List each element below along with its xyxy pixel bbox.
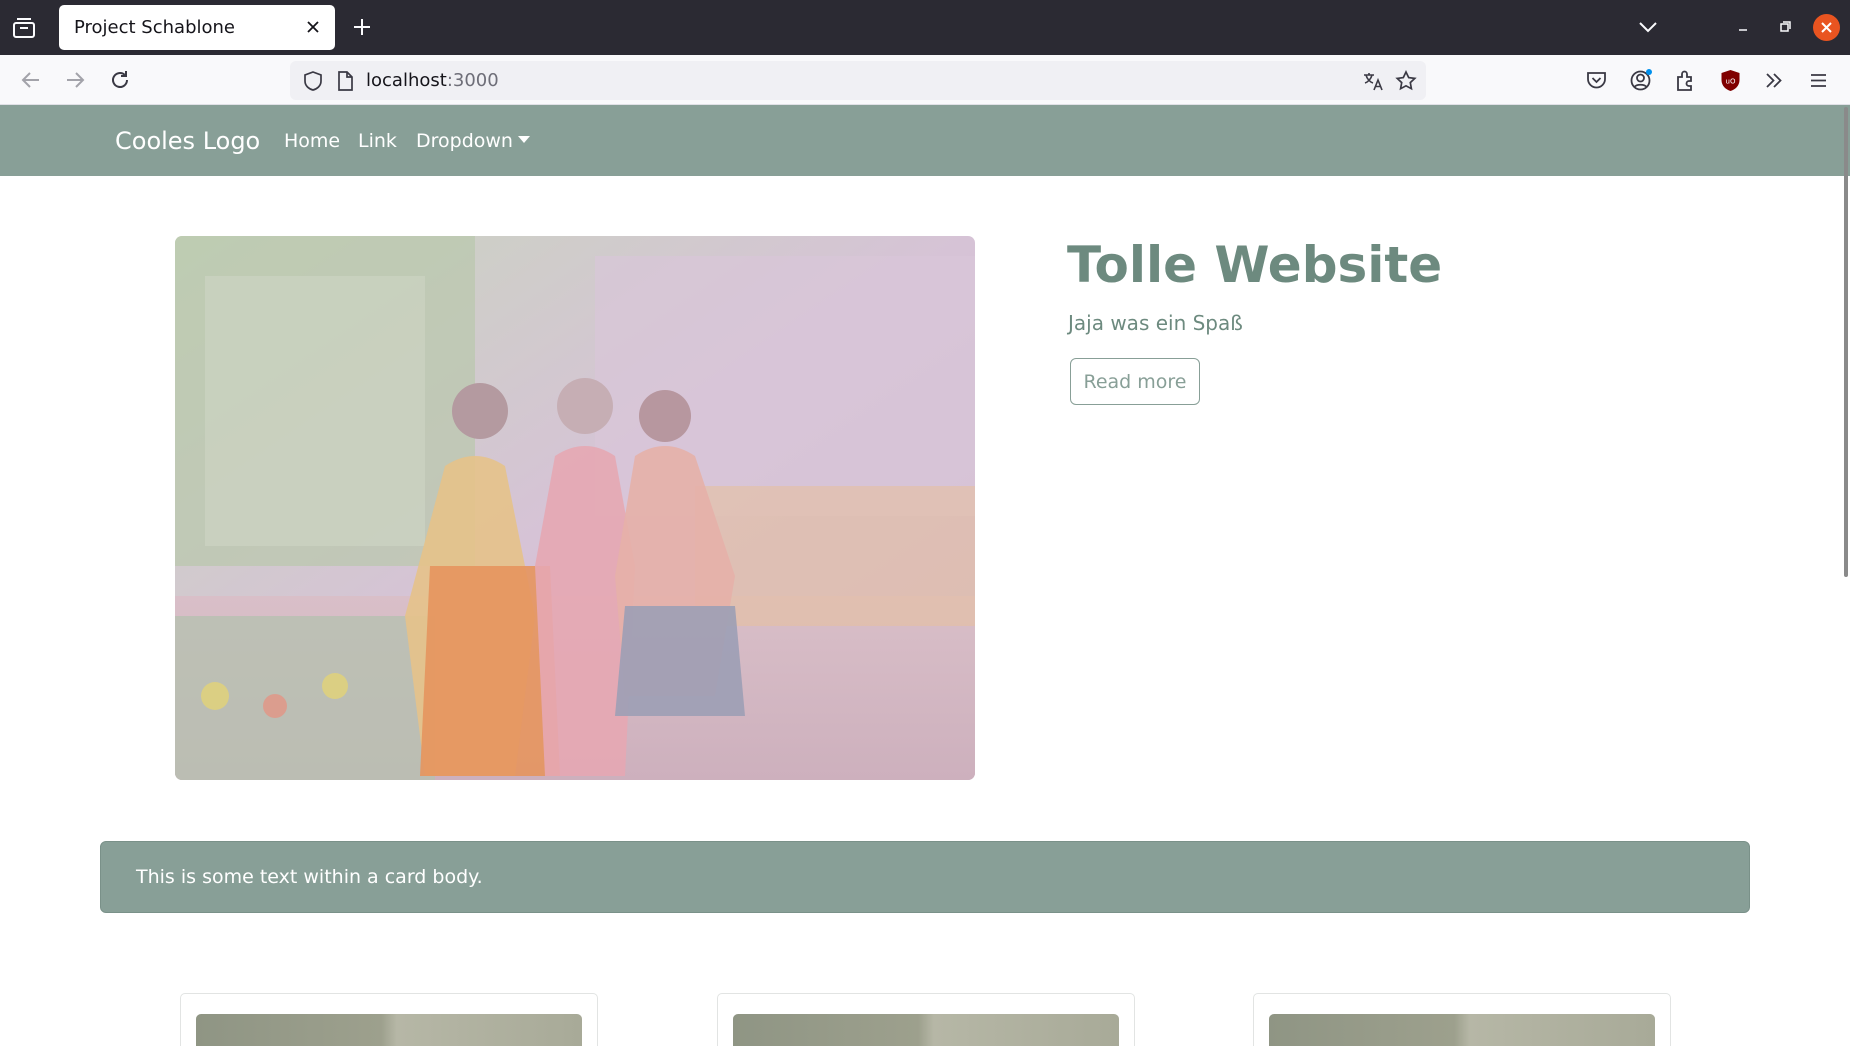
page-icon[interactable]	[335, 70, 355, 92]
svg-text:uO: uO	[1726, 78, 1736, 86]
caret-down-icon	[517, 136, 530, 143]
shield-icon[interactable]	[302, 70, 324, 92]
forward-arrow-icon[interactable]	[62, 67, 88, 93]
star-icon[interactable]	[1394, 69, 1418, 93]
brand-logo[interactable]: Cooles Logo	[115, 127, 260, 155]
minimize-icon[interactable]	[1731, 17, 1755, 37]
tab-list-icon[interactable]	[11, 16, 37, 40]
browser-toolbar: localhost:3000 uO	[0, 55, 1850, 105]
nav-link-home[interactable]: Home	[284, 130, 340, 152]
restore-icon[interactable]	[1773, 17, 1797, 37]
site-navbar: Cooles Logo Home Link Dropdown	[0, 105, 1850, 176]
card-text: This is some text within a card body.	[136, 866, 483, 888]
window-close-button[interactable]	[1813, 14, 1840, 41]
back-arrow-icon[interactable]	[18, 67, 44, 93]
browser-tab-bar: Project Schablone	[0, 0, 1850, 55]
reload-icon[interactable]	[107, 67, 133, 93]
menu-icon[interactable]	[1806, 68, 1831, 93]
card-1[interactable]	[180, 993, 598, 1046]
card-image	[733, 1014, 1119, 1046]
card-image	[1269, 1014, 1655, 1046]
ublock-icon[interactable]: uO	[1718, 68, 1743, 93]
card-body: This is some text within a card body.	[100, 841, 1750, 913]
translate-icon[interactable]	[1362, 70, 1384, 92]
card-3[interactable]	[1253, 993, 1671, 1046]
nav-link-link[interactable]: Link	[358, 130, 397, 152]
hero-image	[175, 236, 975, 780]
card-image	[196, 1014, 582, 1046]
overflow-icon[interactable]	[1762, 68, 1787, 93]
hero-subtitle: Jaja was ein Spaß	[1068, 311, 1243, 335]
read-more-button[interactable]: Read more	[1070, 358, 1200, 405]
page-scrollbar[interactable]	[1844, 107, 1848, 577]
url-bar[interactable]: localhost:3000	[290, 61, 1426, 100]
hero-title: Tolle Website	[1067, 236, 1443, 294]
url-port: :3000	[446, 70, 499, 91]
nav-dropdown[interactable]: Dropdown	[416, 130, 530, 152]
card-2[interactable]	[717, 993, 1135, 1046]
account-icon[interactable]	[1628, 68, 1653, 93]
url-text[interactable]: localhost:3000	[366, 70, 499, 91]
extensions-icon[interactable]	[1673, 68, 1698, 93]
pocket-icon[interactable]	[1584, 68, 1609, 93]
plus-icon[interactable]	[350, 15, 374, 39]
nav-dropdown-label: Dropdown	[416, 130, 513, 152]
url-host: localhost	[366, 70, 447, 91]
close-icon[interactable]	[301, 15, 325, 39]
chevron-down-icon[interactable]	[1636, 16, 1660, 38]
tab-title: Project Schablone	[74, 17, 235, 38]
tab-active[interactable]: Project Schablone	[59, 5, 335, 50]
